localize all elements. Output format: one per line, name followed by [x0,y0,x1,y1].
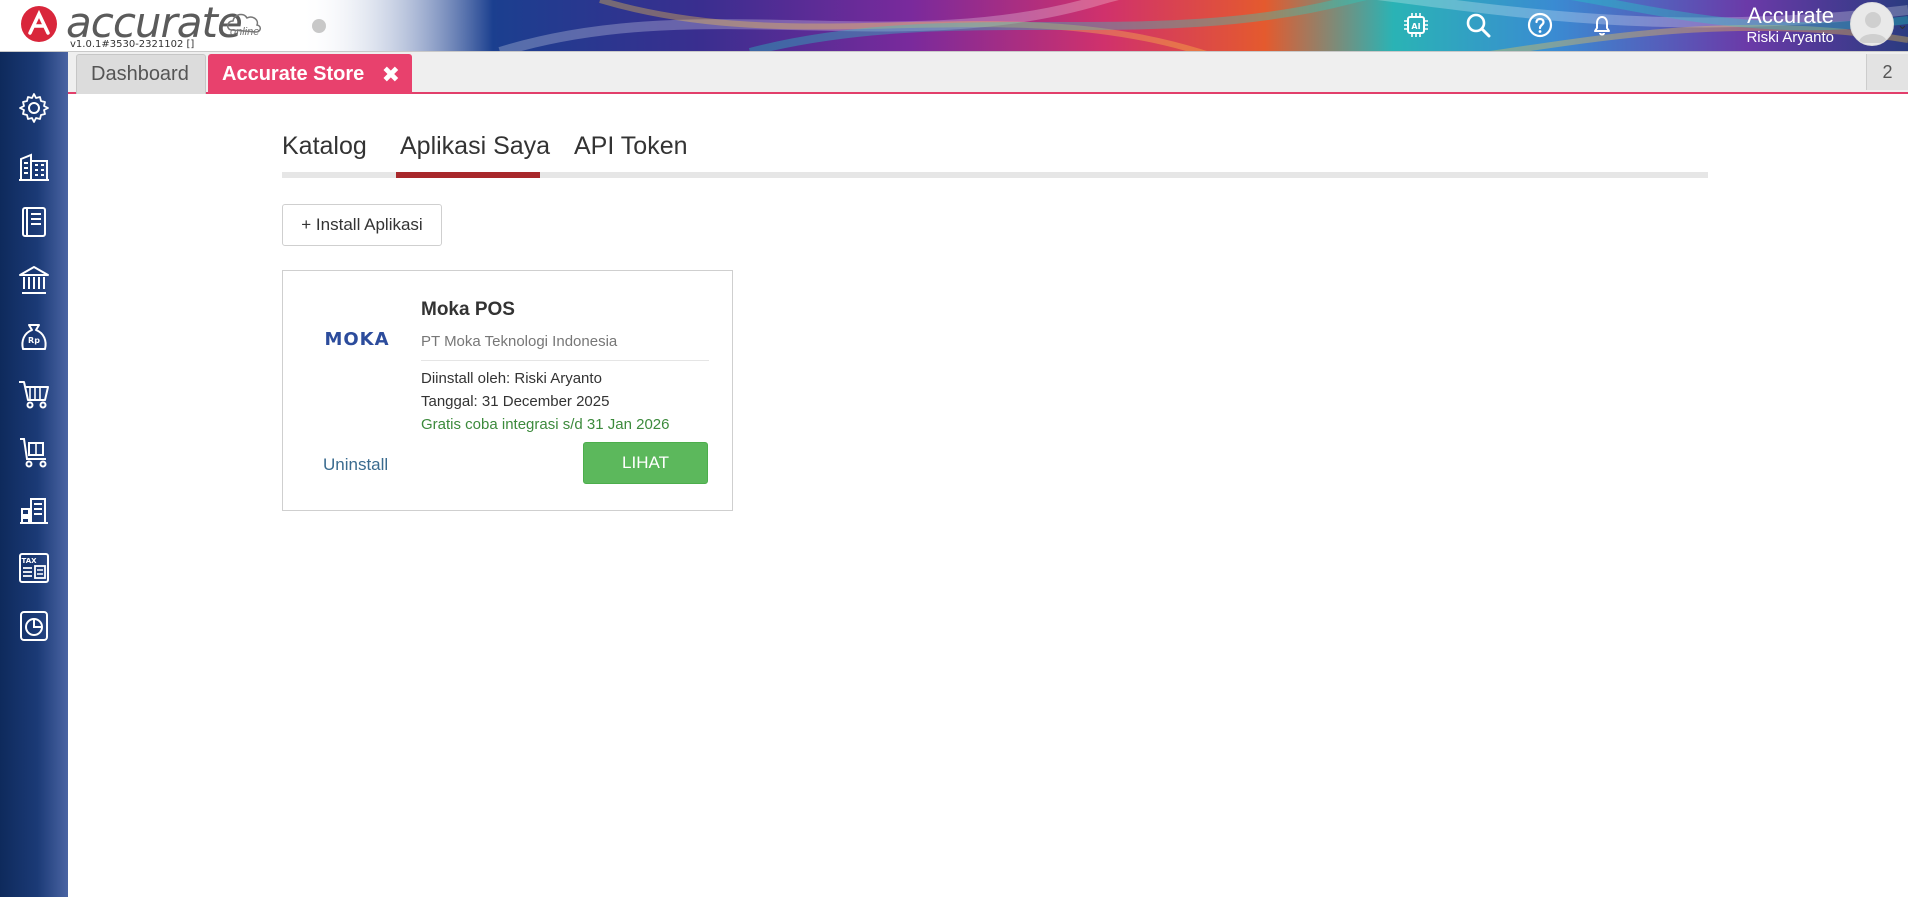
tab-strip: Dashboard Accurate Store ✖ 2 [68,52,1908,94]
svg-text:AI: AI [1411,22,1420,31]
chevron-down-icon[interactable]: ⌄ [1897,17,1908,33]
avatar[interactable] [1850,2,1894,46]
version-label: v1.0.1#3530-2321102 [] [70,39,195,50]
bell-icon[interactable] [1587,10,1617,40]
accurate-logo-icon [21,6,57,42]
search-icon[interactable] [1463,10,1493,40]
sidebar: Rp TAX [0,52,68,897]
settings-icon[interactable] [16,90,52,126]
app-title: Moka POS [421,299,515,320]
uninstall-link[interactable]: Uninstall [323,455,388,475]
sales-money-bag-icon[interactable]: Rp [16,320,52,356]
install-app-button[interactable]: + Install Aplikasi [282,204,442,246]
tax-report-icon[interactable]: TAX [16,550,52,586]
subtab-active-indicator [396,172,540,178]
company-icon[interactable] [16,148,52,184]
shopping-cart-icon[interactable] [16,376,52,412]
analytics-icon[interactable] [16,608,52,644]
app-vendor: PT Moka Teknologi Indonesia [421,333,618,350]
svg-text:MOKA: MOKA [324,329,389,349]
tab-accurate-store[interactable]: Accurate Store ✖ [208,54,412,94]
tab-api-token[interactable]: API Token [574,128,688,172]
svg-text:Rp: Rp [28,336,40,345]
install-date: Tanggal: 31 December 2025 [421,393,610,410]
tab-accurate-store-label: Accurate Store [222,62,365,85]
inventory-icon[interactable] [16,492,52,528]
svg-text:TAX: TAX [21,557,37,565]
open-tabs-dropdown[interactable]: 2 [1866,54,1908,90]
tab-dashboard-label: Dashboard [91,63,189,85]
tab-katalog[interactable]: Katalog [282,128,367,172]
help-icon[interactable] [1525,10,1555,40]
view-app-button[interactable]: LIHAT [583,442,708,484]
accurate-logo[interactable]: accurate online v1.0.1#3530-2321102 [] [18,0,288,50]
delivery-cart-icon[interactable] [16,434,52,470]
user-info[interactable]: Accurate Riski Aryanto [1746,3,1834,46]
bank-icon[interactable] [16,262,52,298]
logo-subtext: online [230,26,260,38]
installed-by: Diinstall oleh: Riski Aryanto [421,370,602,387]
top-header: accurate online v1.0.1#3530-2321102 [] A… [0,0,1908,52]
ai-chip-icon[interactable]: AI [1401,10,1431,40]
header-decorative-art [300,0,1908,51]
app-card: MOKA Moka POS PT Moka Teknologi Indonesi… [282,270,733,511]
trial-info: Gratis coba integrasi s/d 31 Jan 2026 [421,416,670,433]
tab-dashboard[interactable]: Dashboard [76,54,206,94]
open-tabs-count: 2 [1882,61,1893,82]
store-subtabs: Katalog Aplikasi Saya API Token [282,128,1708,178]
divider [421,360,709,361]
user-avatar-icon [1859,12,1887,43]
tab-aplikasi-saya[interactable]: Aplikasi Saya [400,128,550,172]
user-name: Riski Aryanto [1746,29,1834,46]
status-dot [312,19,326,33]
ledger-book-icon[interactable] [16,204,52,240]
close-icon[interactable]: ✖ [382,62,400,88]
main-content: Katalog Aplikasi Saya API Token + Instal… [76,104,1908,897]
company-name: Accurate [1747,3,1834,28]
moka-logo: MOKA [324,329,389,349]
